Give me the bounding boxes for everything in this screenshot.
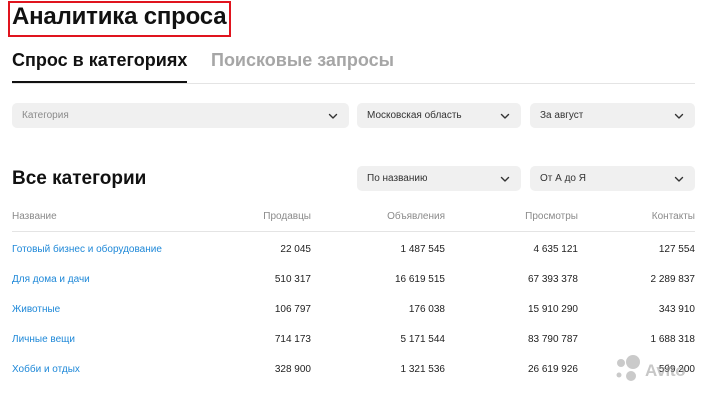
sort-field-value: По названию [367,173,428,184]
category-link[interactable]: Животные [12,304,60,315]
table-row: Животные 106 797 176 038 15 910 290 343 … [12,292,695,322]
listings-value: 1 321 536 [400,364,446,375]
listings-value: 176 038 [408,304,445,315]
views-value: 67 393 378 [527,274,578,285]
sellers-value: 510 317 [274,274,311,285]
listings-value: 16 619 515 [394,274,445,285]
sort-field-select[interactable]: По названию [357,166,521,191]
views-value: 26 619 926 [527,364,578,375]
category-link[interactable]: Для дома и дачи [12,274,90,285]
column-header-sellers[interactable]: Продавцы [263,211,311,222]
chevron-down-icon [673,173,685,185]
category-link[interactable]: Хобби и отдых [12,364,80,375]
chevron-down-icon [499,173,511,185]
category-select[interactable]: Категория [12,103,349,128]
section-title: Все категории [12,168,147,189]
table-row: Хобби и отдых 328 900 1 321 536 26 619 9… [12,352,695,382]
table-row: Личные вещи 714 173 5 171 544 83 790 787… [12,322,695,352]
table-row: Для дома и дачи 510 317 16 619 515 67 39… [12,262,695,292]
column-header-views[interactable]: Просмотры [525,211,578,222]
column-header-listings[interactable]: Объявления [387,211,445,222]
sellers-value: 106 797 [274,304,311,315]
column-header-name[interactable]: Название [12,211,57,222]
tab-search-queries[interactable]: Поисковые запросы [211,50,394,71]
category-link[interactable]: Личные вещи [12,334,75,345]
table-row: Готовый бизнес и оборудование 22 045 1 4… [12,232,695,262]
contacts-value: 343 910 [658,304,695,315]
sort-order-select[interactable]: От А до Я [530,166,695,191]
category-select-placeholder: Категория [22,110,69,121]
sort-order-value: От А до Я [540,173,586,184]
period-select-value: За август [540,110,584,121]
period-select[interactable]: За август [530,103,695,128]
chevron-down-icon [499,110,511,122]
tab-category-demand[interactable]: Спрос в категориях [12,50,188,83]
sellers-value: 328 900 [274,364,311,375]
contacts-value: 127 554 [658,244,695,255]
tab-bar: Спрос в категориях Поисковые запросы [12,50,695,84]
sellers-value: 22 045 [280,244,311,255]
region-select[interactable]: Московская область [357,103,521,128]
views-value: 15 910 290 [527,304,578,315]
views-value: 4 635 121 [533,244,579,255]
category-link[interactable]: Готовый бизнес и оборудование [12,244,162,255]
page-title: Аналитика спроса [12,3,227,30]
region-select-value: Московская область [367,110,462,121]
sellers-value: 714 173 [274,334,311,345]
column-header-contacts[interactable]: Контакты [652,211,695,222]
chevron-down-icon [673,110,685,122]
chevron-down-icon [327,110,339,122]
listings-value: 5 171 544 [400,334,446,345]
contacts-value: 2 289 837 [650,274,696,285]
contacts-value: 1 688 318 [650,334,696,345]
contacts-value: 599 200 [658,364,695,375]
table-header: Название Продавцы Объявления Просмотры К… [12,204,695,232]
categories-table: Название Продавцы Объявления Просмотры К… [12,204,695,382]
listings-value: 1 487 545 [400,244,446,255]
views-value: 83 790 787 [527,334,578,345]
